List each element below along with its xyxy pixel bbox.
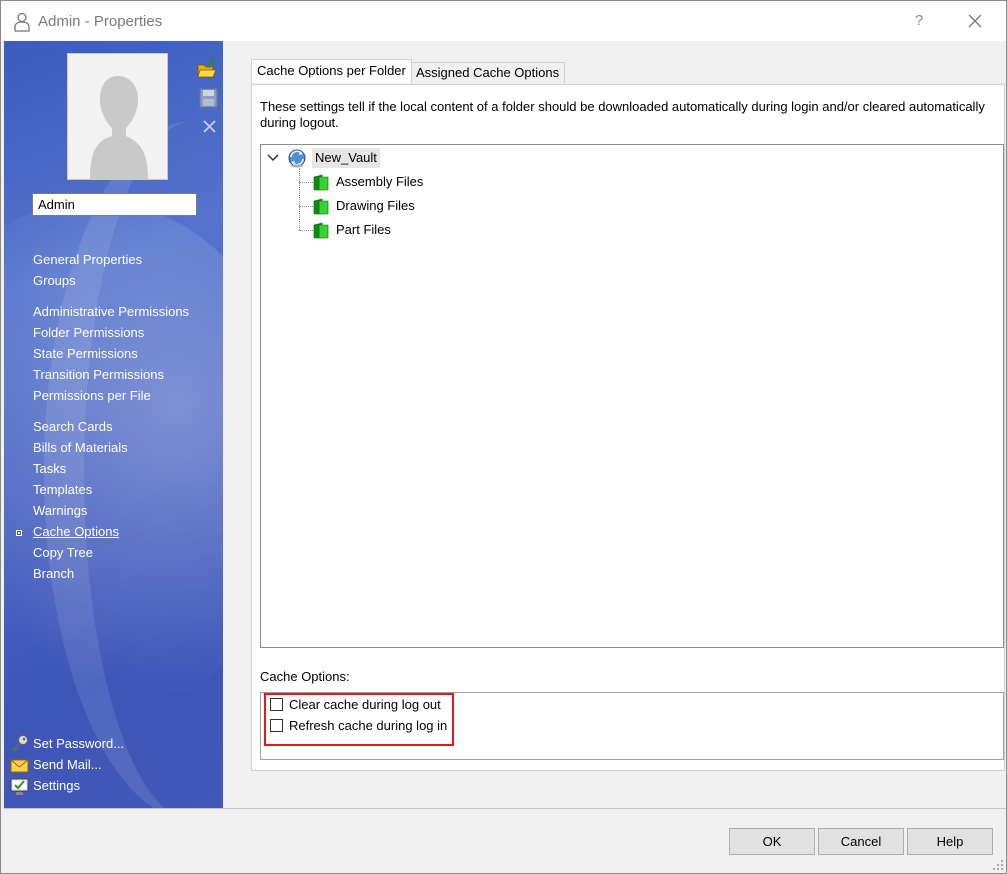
- user-name-field[interactable]: [32, 193, 197, 216]
- tree-node-label[interactable]: Assembly Files: [336, 172, 423, 192]
- cache-options-label: Cache Options:: [260, 669, 350, 684]
- save-icon[interactable]: [199, 88, 219, 108]
- window-title: Admin - Properties: [38, 13, 163, 30]
- title-bar: Admin - Properties ?: [1, 1, 1006, 41]
- green-folder-icon: [313, 222, 329, 239]
- resize-grip-icon[interactable]: [992, 859, 1004, 871]
- nav-templates[interactable]: Templates: [33, 481, 92, 498]
- remove-icon[interactable]: [200, 117, 220, 137]
- nav-transition-permissions[interactable]: Transition Permissions: [33, 366, 164, 383]
- tab-cache-options-per-folder[interactable]: Cache Options per Folder: [251, 59, 412, 83]
- close-icon: [968, 14, 982, 28]
- tab-panel: These settings tell if the local content…: [251, 84, 1005, 771]
- tree-branch-line: [299, 230, 313, 231]
- settings-icon: [10, 778, 29, 795]
- folder-tree[interactable]: New_Vault Assembly Files Drawing Files P…: [260, 144, 1004, 648]
- tree-branch-line: [299, 182, 313, 183]
- dialog-footer: OK Cancel Help: [4, 808, 1006, 873]
- nav-state-permissions[interactable]: State Permissions: [33, 345, 138, 362]
- nav-groups[interactable]: Groups: [33, 272, 76, 289]
- help-title-button[interactable]: ?: [906, 7, 932, 35]
- cancel-button[interactable]: Cancel: [818, 828, 904, 855]
- nav-copy-tree[interactable]: Copy Tree: [33, 544, 93, 561]
- nav-warnings[interactable]: Warnings: [33, 502, 87, 519]
- tree-node-label[interactable]: Part Files: [336, 220, 391, 240]
- main-panel: Cache Options per Folder Assigned Cache …: [223, 41, 1006, 808]
- send-mail-link[interactable]: Send Mail...: [33, 756, 102, 773]
- vault-icon: [288, 149, 306, 168]
- nav-administrative-permissions[interactable]: Administrative Permissions: [33, 303, 189, 320]
- mail-icon: [10, 759, 29, 773]
- nav-branch[interactable]: Branch: [33, 565, 74, 582]
- green-folder-icon: [313, 198, 329, 215]
- open-folder-icon[interactable]: [197, 60, 217, 80]
- properties-window: Admin - Properties ? Admin General Prope…: [0, 0, 1007, 874]
- tree-node-label[interactable]: Drawing Files: [336, 196, 415, 216]
- key-icon: [11, 735, 28, 752]
- active-nav-bullet: [16, 530, 22, 536]
- nav-permissions-per-file[interactable]: Permissions per File: [33, 387, 151, 404]
- refresh-cache-checkbox[interactable]: [270, 719, 283, 732]
- tree-branch-line: [299, 206, 313, 207]
- user-avatar[interactable]: [67, 53, 168, 180]
- nav-general-properties[interactable]: General Properties: [33, 251, 142, 268]
- description-text: These settings tell if the local content…: [260, 99, 985, 130]
- green-folder-icon: [313, 174, 329, 191]
- nav-search-cards[interactable]: Search Cards: [33, 418, 112, 435]
- close-window-button[interactable]: [957, 7, 993, 35]
- clear-cache-label[interactable]: Clear cache during log out: [289, 696, 441, 713]
- set-password-link[interactable]: Set Password...: [33, 735, 124, 752]
- nav-tasks[interactable]: Tasks: [33, 460, 66, 477]
- ok-button[interactable]: OK: [729, 828, 815, 855]
- settings-link[interactable]: Settings: [33, 777, 80, 794]
- avatar-silhouette-icon: [90, 76, 148, 179]
- chevron-down-icon[interactable]: [267, 152, 279, 164]
- user-icon: [14, 12, 30, 32]
- nav-cache-options[interactable]: Cache Options: [33, 523, 119, 540]
- cache-options-box: Clear cache during log out Refresh cache…: [260, 692, 1004, 760]
- clear-cache-checkbox[interactable]: [270, 698, 283, 711]
- help-button[interactable]: Help: [907, 828, 993, 855]
- nav-bills-of-materials[interactable]: Bills of Materials: [33, 439, 128, 456]
- tree-connector: [299, 168, 300, 230]
- nav-folder-permissions[interactable]: Folder Permissions: [33, 324, 144, 341]
- tab-assigned-cache-options[interactable]: Assigned Cache Options: [410, 62, 566, 84]
- sidebar: General Properties Groups Administrative…: [4, 41, 223, 808]
- tree-root-label[interactable]: New_Vault: [312, 148, 380, 168]
- refresh-cache-label[interactable]: Refresh cache during log in: [289, 717, 447, 734]
